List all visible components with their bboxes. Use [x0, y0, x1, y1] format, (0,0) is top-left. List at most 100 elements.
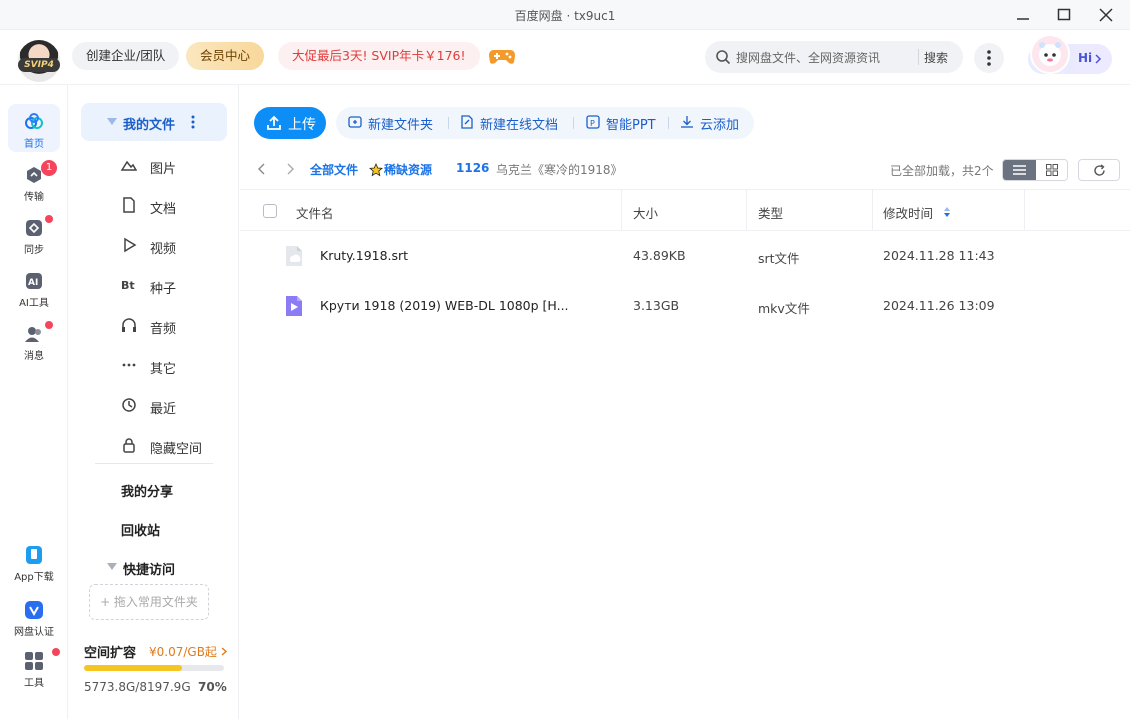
- sidebar-item-audio[interactable]: 音频: [109, 311, 229, 341]
- rail-item-home[interactable]: 首页: [8, 104, 60, 152]
- forward-arrow-icon[interactable]: [286, 163, 294, 175]
- select-all-checkbox[interactable]: [263, 204, 277, 218]
- rail-item-sync[interactable]: 同步: [8, 210, 60, 258]
- sidebar-item-label: 文档: [150, 202, 177, 217]
- triangle-down-icon: [107, 118, 117, 125]
- sidebar-item-recent[interactable]: 最近: [109, 391, 229, 421]
- refresh-button[interactable]: [1078, 159, 1120, 181]
- download-icon: [681, 116, 693, 128]
- smart-ppt-button[interactable]: P 智能PPT: [586, 114, 656, 133]
- more-menu-button[interactable]: [974, 43, 1004, 73]
- star-icon: [369, 163, 383, 177]
- column-name[interactable]: 文件名: [296, 203, 334, 222]
- sidebar-item-label: 隐藏空间: [150, 442, 203, 457]
- cloud-add-label: 云添加: [700, 118, 740, 133]
- column-type[interactable]: 类型: [758, 203, 783, 222]
- file-name[interactable]: Kruty.1918.srt: [320, 248, 408, 263]
- file-modified: 2024.11.28 11:43: [883, 248, 995, 263]
- new-online-doc-button[interactable]: 新建在线文档: [460, 114, 558, 133]
- sidebar-item-quick-access[interactable]: 快捷访问: [123, 559, 175, 578]
- subtitle-file-icon: [286, 246, 302, 266]
- close-button[interactable]: [1086, 0, 1126, 30]
- file-type: srt文件: [758, 251, 800, 266]
- search-divider: [918, 49, 919, 65]
- maximize-button[interactable]: [1044, 0, 1084, 30]
- sidebar-item-videos[interactable]: 视频: [109, 231, 229, 261]
- gamepad-icon[interactable]: [488, 46, 516, 66]
- video-icon: [124, 237, 137, 253]
- sort-icon: [944, 207, 950, 217]
- upload-button[interactable]: 上传: [254, 107, 326, 139]
- storage-progress-bar: [84, 665, 224, 671]
- torrent-icon: Bt: [121, 279, 135, 292]
- new-folder-button[interactable]: 新建文件夹: [348, 114, 433, 133]
- storage-title: 空间扩容: [84, 646, 137, 661]
- lock-icon: [123, 438, 135, 453]
- action-toolbar: 新建文件夹 新建在线文档 P 智能PPT 云添加: [336, 107, 754, 139]
- ai-tools-icon: AI: [26, 273, 42, 289]
- sidebar-item-label: 其它: [150, 362, 177, 377]
- breadcrumb-root[interactable]: 全部文件: [310, 161, 358, 178]
- back-arrow-icon[interactable]: [258, 163, 266, 175]
- svg-text:AI: AI: [28, 278, 38, 288]
- sidebar-item-label: 种子: [150, 282, 177, 297]
- search-input[interactable]: 搜网盘文件、全网资源资讯: [736, 49, 880, 66]
- breadcrumb-current: 乌克兰《寒冷的1918》: [496, 163, 623, 177]
- storage-upgrade-link[interactable]: ¥0.07/GB起: [149, 643, 228, 660]
- sidebar-item-my-files[interactable]: 我的文件: [81, 103, 227, 141]
- sidebar-item-label: 音频: [150, 322, 177, 337]
- title-bar: 百度网盘 · tx9uc1: [0, 0, 1130, 30]
- svg-text:P: P: [590, 119, 595, 128]
- storage-percent: 70%: [198, 680, 227, 694]
- home-cloud-icon: [25, 113, 43, 129]
- sidebar-item-documents[interactable]: 文档: [109, 191, 229, 221]
- assistant-button[interactable]: Hi: [1028, 34, 1112, 74]
- promo-banner[interactable]: 大促最后3天! SVIP年卡￥176!: [278, 42, 480, 70]
- recent-icon: [122, 398, 136, 412]
- grid-view-button[interactable]: [1036, 160, 1067, 180]
- rail-item-messages[interactable]: 消息: [8, 316, 60, 364]
- quick-access-dropzone[interactable]: + 拖入常用文件夹: [89, 584, 209, 620]
- messages-dot: [45, 321, 53, 329]
- column-size[interactable]: 大小: [633, 203, 658, 222]
- rail-item-ai-tools[interactable]: AI AI工具: [8, 263, 60, 311]
- table-row[interactable]: Крути 1918 (2019) WEB-DL 1080p [H... 3.1…: [240, 281, 1130, 331]
- view-toggle: [1002, 159, 1068, 181]
- phone-icon: [26, 546, 42, 564]
- window-title: 百度网盘 · tx9uc1: [514, 9, 616, 23]
- search-box[interactable]: 搜网盘文件、全网资源资讯 搜索: [705, 41, 963, 73]
- rail-item-tools[interactable]: 工具: [8, 643, 60, 691]
- sidebar-item-hidden-space[interactable]: 隐藏空间: [109, 431, 229, 461]
- table-row[interactable]: Kruty.1918.srt 43.89KB srt文件 2024.11.28 …: [240, 231, 1130, 281]
- column-divider: [1024, 190, 1025, 231]
- my-files-label: 我的文件: [123, 118, 176, 133]
- ppt-icon: P: [586, 115, 600, 129]
- list-view-button[interactable]: [1003, 160, 1036, 180]
- column-modified[interactable]: 修改时间: [883, 203, 951, 222]
- breadcrumb-level-2[interactable]: 1126: [456, 161, 489, 175]
- rail-item-verify[interactable]: 网盘认证: [8, 592, 60, 640]
- vip-center-button[interactable]: 会员中心: [186, 42, 265, 70]
- svg-text:Bt: Bt: [121, 279, 135, 292]
- column-divider: [621, 190, 622, 231]
- search-button[interactable]: 搜索: [924, 49, 948, 66]
- svip-badge: SVIP4: [18, 58, 60, 72]
- sidebar-item-others[interactable]: 其它: [109, 351, 229, 381]
- breadcrumb-level-1[interactable]: 稀缺资源: [384, 161, 432, 178]
- rail-item-transfer[interactable]: 传输 1: [8, 157, 60, 205]
- more-icon: [122, 363, 136, 367]
- sync-icon: [26, 220, 42, 236]
- file-name[interactable]: Крути 1918 (2019) WEB-DL 1080p [H...: [320, 298, 569, 313]
- sidebar-item-torrents[interactable]: Bt 种子: [109, 271, 229, 301]
- sidebar-item-images[interactable]: 图片: [109, 151, 229, 181]
- toolbar-divider: [573, 117, 574, 129]
- cloud-add-button[interactable]: 云添加: [680, 114, 739, 133]
- more-vertical-icon[interactable]: [191, 115, 195, 129]
- rail-label: 传输: [24, 192, 44, 203]
- sidebar-item-my-share[interactable]: 我的分享: [121, 481, 173, 500]
- rail-item-app-download[interactable]: App下载: [8, 537, 60, 585]
- minimize-button[interactable]: [1003, 0, 1043, 30]
- create-team-button[interactable]: 创建企业/团队: [72, 42, 180, 70]
- sidebar-item-recycle-bin[interactable]: 回收站: [121, 520, 160, 539]
- image-icon: [121, 160, 137, 171]
